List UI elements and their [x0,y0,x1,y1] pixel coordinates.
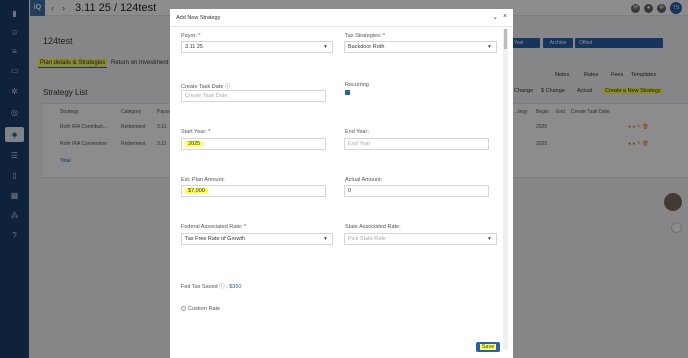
payor-select[interactable]: 3.11 25 ▼ [181,41,333,53]
fed-tax-saved-label: Fed Tax Saved [181,284,218,290]
chevron-down-icon: ▼ [487,44,492,50]
chevron-down-icon: ▼ [487,236,492,242]
chevron-down-icon: ▼ [323,236,328,242]
end-year-input[interactable]: End Year [344,138,489,150]
modal-scrollbar[interactable] [503,29,508,349]
actual-amount-input[interactable]: 0 [344,185,489,197]
modal-header: Add New Strategy ⌄ × [170,9,513,27]
recurring-checkbox[interactable] [345,90,350,95]
create-task-date-label: Create Task Date ⓘ [181,84,231,90]
start-year-value: 2025 [185,141,204,147]
modal-title: Add New Strategy [176,15,221,21]
chevron-down-icon: ▼ [323,44,328,50]
fed-tax-saved: Fed Tax Saved ⓘ : $350 [181,284,242,290]
state-rate-placeholder: Pick State Rate [348,236,386,242]
save-button[interactable]: Save [476,342,500,352]
save-label: Save [479,344,497,350]
state-rate-select[interactable]: Pick State Rate ▼ [344,233,497,245]
tax-strategies-value: Backdoor Roth [348,44,385,50]
custom-rate-option[interactable]: Custom Rate [181,306,220,312]
est-plan-amount-value: $7,000 [185,188,208,194]
close-icon[interactable]: × [503,13,507,20]
fed-tax-saved-value: $350 [229,284,242,290]
start-year-label: Start Year: * [181,129,211,135]
actual-amount-value: 0 [348,188,352,194]
start-year-input[interactable]: 2025 [181,138,326,150]
create-task-date-placeholder: Create Task Date [185,93,228,99]
custom-rate-label: Custom Rate [188,306,221,312]
collapse-icon[interactable]: ⌄ [492,13,498,21]
info-icon[interactable]: ⓘ [219,284,225,290]
recurring-label: Recurring [345,82,369,88]
tax-strategies-label: Tax Strategies: * [345,33,386,39]
est-plan-amount-label: Est. Plan Amount: [181,177,225,183]
federal-rate-label: Federal Associated Rate: * [181,224,247,230]
tax-strategies-select[interactable]: Backdoor Roth ▼ [344,41,497,53]
payor-label: Payor: * [181,33,201,39]
custom-rate-radio[interactable] [181,306,186,312]
federal-rate-select[interactable]: Tax Free Rate of Growth ▼ [181,233,333,245]
payor-value: 3.11 25 [185,44,203,50]
add-strategy-modal: Add New Strategy ⌄ × Payor: * 3.11 25 ▼ … [170,9,513,358]
modal-scroll-thumb[interactable] [504,29,507,49]
create-task-date-input[interactable]: Create Task Date [181,90,326,102]
actual-amount-label: Actual Amount: [345,177,382,183]
end-year-label: End Year: [345,129,369,135]
state-rate-label: State Associated Rate: [345,224,401,230]
est-plan-amount-input[interactable]: $7,000 [181,185,326,197]
federal-rate-value: Tax Free Rate of Growth [185,236,245,242]
end-year-placeholder: End Year [348,141,371,147]
